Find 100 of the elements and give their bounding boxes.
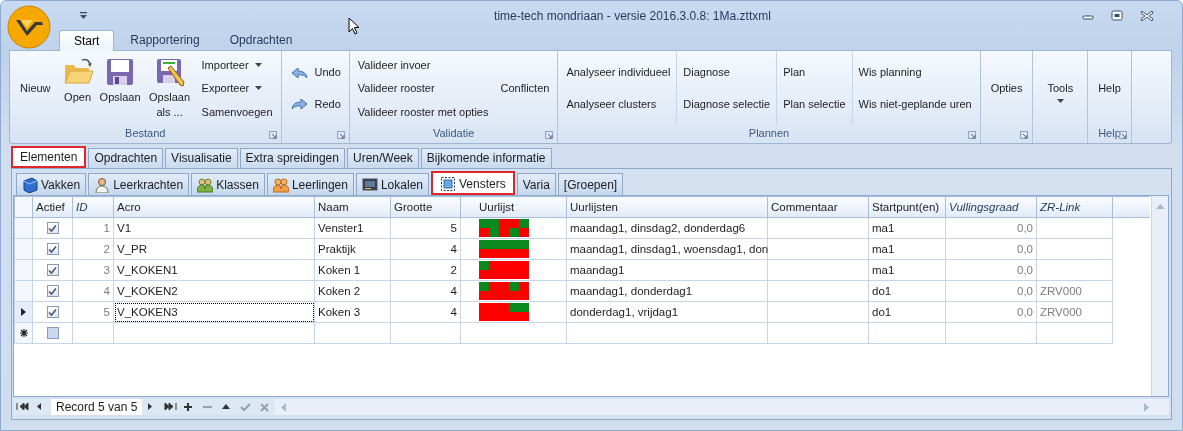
tab[interactable]: Vakken bbox=[16, 173, 87, 195]
ribbon-button[interactable]: Exporteer bbox=[198, 78, 276, 98]
ribbon-button[interactable]: Plan bbox=[780, 62, 849, 83]
record-counter: Record 5 van 5 bbox=[51, 399, 143, 415]
ribbon-button[interactable]: Open bbox=[58, 51, 97, 125]
ribbon-button[interactable]: Wis planning bbox=[855, 62, 975, 83]
table-cell: 0,0 bbox=[945, 238, 1037, 260]
schedule-drawing bbox=[479, 219, 529, 237]
table-cell: 4 bbox=[390, 238, 461, 260]
ribbon-button[interactable]: Help bbox=[1090, 51, 1129, 125]
table-cell: ma1 bbox=[868, 217, 946, 239]
ribbon-button[interactable]: Redo bbox=[286, 93, 344, 114]
ribbon-button[interactable]: Valideer rooster bbox=[354, 78, 492, 98]
column-header: ID bbox=[72, 196, 114, 218]
checkbox[interactable] bbox=[46, 243, 59, 256]
ribbon-button[interactable]: Plan selectie bbox=[780, 93, 849, 114]
scroll-left-icon bbox=[281, 402, 287, 412]
schedule-drawing bbox=[479, 303, 529, 321]
ribbon-button[interactable]: Opslaan als ... bbox=[143, 51, 196, 125]
last-record-icon[interactable] bbox=[164, 402, 178, 412]
ribbon-button[interactable]: Tools bbox=[1035, 51, 1086, 125]
ribbon-button[interactable]: Undo bbox=[286, 62, 344, 83]
ribbon-tab[interactable]: Start bbox=[59, 30, 115, 51]
schedule-drawing bbox=[479, 240, 529, 258]
table-cell: do1 bbox=[868, 280, 946, 302]
window-title: time-tech mondriaan - versie 2016.3.0.8: 1Ma.zttxml bbox=[493, 8, 772, 23]
scrollbar[interactable] bbox=[1151, 196, 1168, 396]
checkbox[interactable] bbox=[46, 327, 59, 340]
column-header: Acro bbox=[113, 196, 315, 218]
table-cell: 0,0 bbox=[945, 301, 1037, 323]
ribbon-button[interactable]: Importeer bbox=[198, 54, 276, 75]
tab[interactable]: Extra spreidingen bbox=[239, 148, 345, 168]
new-row-icon bbox=[19, 329, 28, 337]
group-label: Validatie bbox=[432, 127, 475, 139]
tab[interactable]: Lokalen bbox=[355, 173, 429, 195]
table-cell: do1 bbox=[868, 301, 946, 323]
group-label: Bestand bbox=[125, 127, 166, 139]
table-cell: maandag1, dinsdag1, woensdag1, don bbox=[566, 238, 768, 260]
column-header: ZR-Link bbox=[1036, 196, 1113, 218]
logo-icon bbox=[7, 5, 51, 49]
table-cell: V_KOKEN1 bbox=[113, 259, 315, 281]
schedule-drawing bbox=[479, 282, 529, 300]
tab[interactable]: Vensters bbox=[431, 171, 515, 195]
ribbon-button[interactable]: Wis niet-geplande uren bbox=[855, 93, 975, 114]
table-cell: 4 bbox=[390, 301, 461, 323]
tab[interactable]: Bijkomende informatie bbox=[420, 148, 552, 168]
tab[interactable]: Klassen bbox=[191, 173, 265, 195]
tab[interactable]: Uren/Week bbox=[346, 148, 419, 168]
caret-icon bbox=[1056, 98, 1064, 103]
table-cell: 5 bbox=[72, 301, 114, 323]
group-label: Plannen bbox=[748, 127, 790, 139]
tab[interactable]: Varia bbox=[516, 173, 556, 195]
ribbon-button[interactable]: Diagnose selectie bbox=[680, 93, 774, 114]
table-cell: ZRV000 bbox=[1036, 301, 1113, 323]
scroll-up-icon bbox=[1155, 204, 1165, 209]
ribbon-button[interactable]: Analyseer clusters bbox=[563, 93, 674, 114]
ribbon-button[interactable]: Opties bbox=[982, 51, 1031, 125]
ribbon-button[interactable]: Diagnose bbox=[680, 62, 774, 83]
table-cell: 0,0 bbox=[945, 217, 1037, 239]
ribbon-button[interactable]: Opslaan bbox=[96, 51, 144, 125]
ribbon-button[interactable]: Conflicten bbox=[497, 78, 553, 98]
first-record-icon[interactable] bbox=[16, 402, 29, 412]
tab[interactable]: Opdrachten bbox=[88, 148, 164, 168]
ribbon-button[interactable]: Analyseer individueel bbox=[563, 62, 674, 83]
column-header: Uurlijsten bbox=[566, 196, 768, 218]
table-cell: 0,0 bbox=[945, 259, 1037, 281]
close-icon bbox=[1140, 9, 1154, 22]
ribbon-button[interactable]: Nieuw bbox=[12, 51, 59, 125]
ribbon-button[interactable]: Valideer rooster met opties bbox=[354, 101, 492, 122]
restore-icon bbox=[1110, 9, 1124, 22]
table-cell: V_KOKEN2 bbox=[113, 280, 315, 302]
table-cell: 2 bbox=[72, 238, 114, 260]
checkbox[interactable] bbox=[46, 264, 59, 277]
table-cell: maandag1, donderdag1 bbox=[566, 280, 768, 302]
tab[interactable]: [Groepen] bbox=[557, 173, 624, 195]
table-cell: 2 bbox=[390, 259, 461, 281]
table-cell: V1 bbox=[113, 217, 315, 239]
table-cell: 0,0 bbox=[945, 280, 1037, 302]
tab[interactable]: Elementen bbox=[11, 146, 87, 168]
checkbox[interactable] bbox=[46, 222, 59, 235]
table-cell: 4 bbox=[72, 280, 114, 302]
tab[interactable]: Visualisatie bbox=[165, 148, 238, 168]
scrollbar[interactable] bbox=[275, 399, 1169, 415]
ribbon-button[interactable]: Samenvoegen bbox=[198, 101, 276, 122]
ribbon-tab[interactable]: Rapportering bbox=[116, 30, 214, 50]
tab[interactable]: Leerlingen bbox=[266, 173, 354, 195]
table-cell: V_KOKEN3 bbox=[113, 301, 315, 323]
schedule-drawing bbox=[479, 261, 529, 279]
table-cell: donderdag1, vrijdag1 bbox=[566, 301, 768, 323]
tab[interactable]: Leerkrachten bbox=[88, 173, 190, 195]
table-cell: ZRV000 bbox=[1036, 280, 1113, 302]
table-cell: Koken 3 bbox=[314, 301, 391, 323]
table-cell: Koken 2 bbox=[314, 280, 391, 302]
checkbox[interactable] bbox=[46, 285, 59, 298]
ribbon-tab[interactable]: Opdrachten bbox=[215, 30, 307, 50]
table-cell: Praktijk bbox=[314, 238, 391, 260]
ribbon-button[interactable]: Valideer invoer bbox=[354, 54, 492, 75]
column-header: Actief bbox=[32, 196, 73, 218]
checkbox[interactable] bbox=[46, 306, 59, 319]
column-header: Startpunt(en) bbox=[868, 196, 946, 218]
